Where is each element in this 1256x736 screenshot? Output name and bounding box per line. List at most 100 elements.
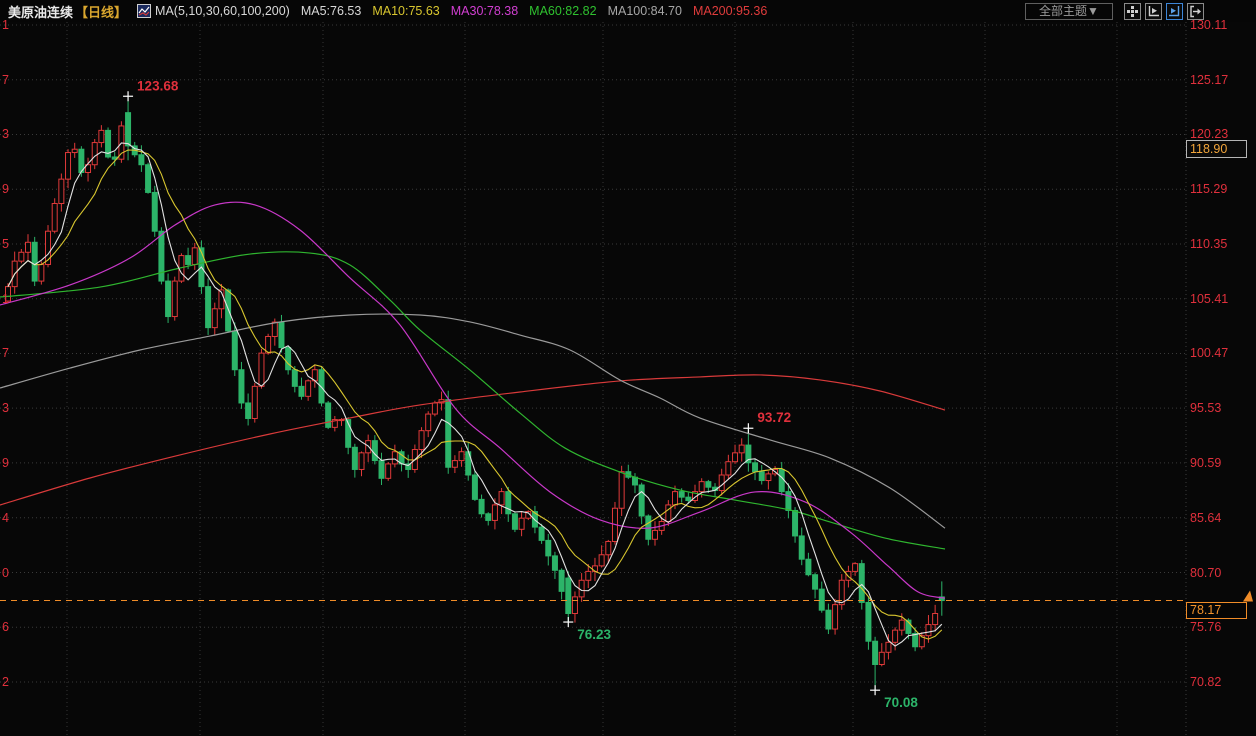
price-annotation: 76.23 — [577, 627, 611, 642]
candle-body — [212, 309, 217, 328]
ma-legend-item: MA30:78.38 — [451, 4, 518, 18]
candle-body — [26, 242, 31, 252]
axis-right-icon[interactable] — [1166, 3, 1183, 20]
candle-body — [386, 464, 391, 478]
candle-body — [432, 403, 437, 414]
candle-body — [146, 165, 151, 193]
candle-body — [933, 614, 938, 625]
candle-body — [726, 462, 731, 475]
candle-body — [139, 155, 144, 165]
candle-body — [833, 605, 838, 629]
candle-body — [926, 625, 931, 636]
ma-legend-item: MA10:75.63 — [372, 4, 439, 18]
price-annotation: 70.08 — [884, 695, 918, 710]
y-axis-label: 115.29 — [1190, 181, 1227, 197]
candle-body — [326, 403, 331, 427]
ma-settings-label: MA(5,10,30,60,100,200) — [155, 4, 290, 18]
candle-body — [853, 564, 858, 572]
y-axis-label-clipped: 1 — [0, 291, 9, 307]
candle-body — [826, 610, 831, 629]
candle-body — [572, 597, 577, 614]
chart-area: 123.6893.7276.2370.08 130.11125.17120.23… — [0, 22, 1256, 736]
candle-body — [152, 192, 157, 231]
theme-dropdown[interactable]: 全部主题▼ — [1025, 3, 1113, 20]
timeframe-label: 【日线】 — [75, 2, 127, 21]
candle-body — [539, 527, 544, 540]
candle-body — [272, 322, 277, 336]
candle-body — [859, 564, 864, 603]
candle-body — [899, 620, 904, 630]
y-axis-label: 75.76 — [1190, 619, 1221, 635]
ma-legend-item: MA5:76.53 — [301, 4, 361, 18]
candle-body — [639, 485, 644, 516]
candle-body — [492, 505, 497, 521]
candle-body — [459, 452, 464, 461]
candle-body — [753, 463, 758, 472]
candle-body — [666, 505, 671, 522]
candle-body — [99, 130, 104, 142]
candle-body — [259, 353, 264, 386]
candle-body — [813, 575, 818, 589]
y-axis-label: 90.59 — [1190, 455, 1221, 471]
candle-body — [506, 492, 511, 514]
candle-body — [52, 204, 57, 232]
candle-body — [166, 281, 171, 316]
candle-body — [92, 143, 97, 165]
candle-body — [446, 400, 451, 468]
candle-body — [786, 492, 791, 511]
candle-body — [913, 633, 918, 646]
candle-body — [39, 264, 44, 281]
candle-body — [879, 652, 884, 664]
candle-body — [759, 472, 764, 481]
y-axis-label-clipped: 9 — [0, 181, 9, 197]
candle-body — [206, 287, 211, 328]
price-annotation: 123.68 — [137, 78, 179, 93]
candle-body — [799, 536, 804, 559]
candle-body — [299, 386, 304, 396]
price-annotation: 93.72 — [757, 410, 791, 425]
y-axis-label: 70.82 — [1190, 674, 1221, 690]
candle-body — [72, 149, 77, 152]
candle-body — [766, 474, 771, 481]
ma-lines-layer — [0, 143, 945, 646]
candle-body — [226, 290, 231, 331]
candle-body — [372, 441, 377, 461]
y-axis-label: 85.64 — [1190, 510, 1221, 526]
candle-body — [279, 322, 284, 347]
y-axis-label: 100.47 — [1190, 345, 1228, 361]
candle-body — [706, 482, 711, 488]
ma-line-MA5 — [8, 143, 942, 646]
last-price-arrow — [1243, 591, 1253, 602]
candle-body — [652, 530, 657, 539]
candle-body — [699, 482, 704, 492]
candle-body — [419, 431, 424, 450]
candle-body — [519, 518, 524, 529]
y-axis-label-clipped: 3 — [0, 400, 9, 416]
pan-icon[interactable] — [1124, 3, 1141, 20]
candle-body — [126, 113, 131, 146]
candle-body — [186, 256, 191, 265]
last-price-layer — [0, 591, 1253, 602]
y-axis-label: 105.41 — [1190, 291, 1228, 307]
candle-body — [172, 281, 177, 316]
price-chart[interactable]: 123.68 93.72 76.23 70.08 — [0, 22, 1256, 736]
candle-body — [232, 331, 237, 370]
candle-body — [359, 453, 364, 470]
candle-body — [586, 571, 591, 580]
candle-body — [606, 541, 611, 554]
ma-legend-item: MA60:82.82 — [529, 4, 596, 18]
candle-body — [686, 497, 691, 500]
y-axis-label-clipped: 5 — [0, 236, 9, 252]
candle-body — [252, 386, 257, 418]
candle-body — [426, 414, 431, 431]
candle-body — [559, 570, 564, 591]
candle-body — [733, 453, 738, 462]
candle-body — [392, 452, 397, 464]
axis-left-icon[interactable] — [1145, 3, 1162, 20]
chart-mini-icon — [137, 4, 151, 18]
candle-body — [546, 540, 551, 556]
ma-legend: MA5:76.53MA10:75.63MA30:78.38MA60:82.82M… — [290, 4, 767, 18]
candle-body — [192, 248, 197, 265]
y-axis-label-clipped: 0 — [0, 565, 9, 581]
candle-body — [819, 589, 824, 610]
